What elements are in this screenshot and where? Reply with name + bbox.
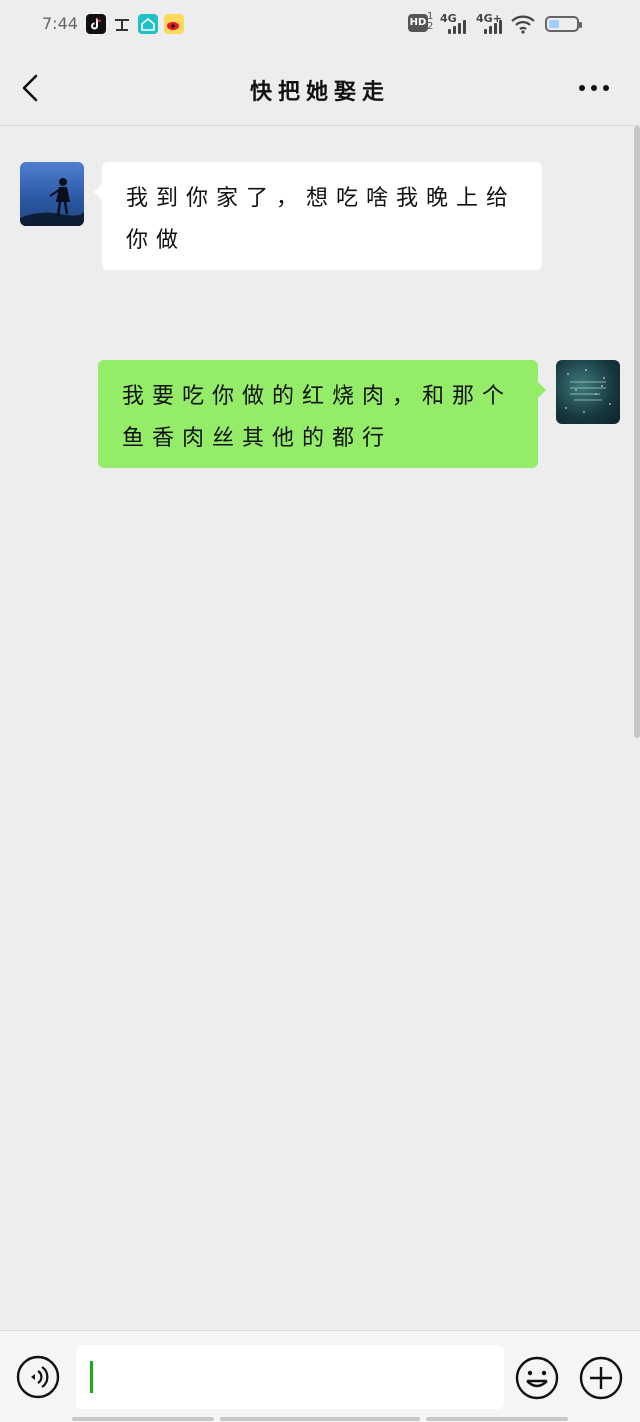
message-input[interactable] xyxy=(76,1345,504,1409)
scrollbar[interactable] xyxy=(634,126,640,738)
my-avatar[interactable] xyxy=(556,360,620,424)
emoji-button[interactable] xyxy=(514,1355,560,1401)
add-icon xyxy=(579,1356,623,1400)
nav-bar: 快把她娶走 xyxy=(0,50,640,126)
wifi-icon xyxy=(510,14,536,34)
gesture-bar-center xyxy=(220,1417,420,1421)
signal-bars-1-icon xyxy=(448,20,468,34)
emoji-icon xyxy=(515,1356,559,1400)
signal-bars-2-icon xyxy=(484,20,504,34)
add-button[interactable] xyxy=(578,1355,624,1401)
message-bubble-sent[interactable]: 我要吃你做的红烧肉，和那个鱼香肉丝其他的都行 xyxy=(98,360,546,468)
more-dots-icon xyxy=(579,85,609,91)
battery-fill xyxy=(549,20,560,28)
chat-title: 快把她娶走 xyxy=(249,80,390,105)
voice-icon xyxy=(16,1355,60,1399)
sim-number: 12 xyxy=(427,11,434,32)
notification-app-icon xyxy=(112,14,132,34)
voice-button[interactable] xyxy=(16,1355,60,1399)
battery-icon xyxy=(545,16,582,32)
hd-badge: HD xyxy=(408,14,428,32)
chat-area[interactable]: 我到你家了，想吃啥我晚上给你做 我要吃你做的红烧肉，和那个鱼香肉丝其他的都行 xyxy=(0,126,640,1330)
input-bar xyxy=(0,1330,640,1422)
gesture-bar-right xyxy=(426,1417,568,1421)
contact-avatar[interactable] xyxy=(20,162,84,226)
text-cursor xyxy=(90,1361,93,1393)
avatar-starry-image xyxy=(565,369,611,413)
message-bubble-received[interactable]: 我到你家了，想吃啥我晚上给你做 xyxy=(94,162,542,270)
more-button[interactable] xyxy=(576,76,612,100)
weibo-icon xyxy=(164,14,184,34)
status-time: 7:44 xyxy=(42,14,78,33)
smart-home-icon xyxy=(138,14,158,34)
douyin-icon xyxy=(86,14,106,34)
status-bar: 7:44 HD 12 4G 4G+ xyxy=(0,0,640,50)
gesture-bar-left xyxy=(72,1417,214,1421)
avatar-silhouette-image xyxy=(20,178,84,226)
